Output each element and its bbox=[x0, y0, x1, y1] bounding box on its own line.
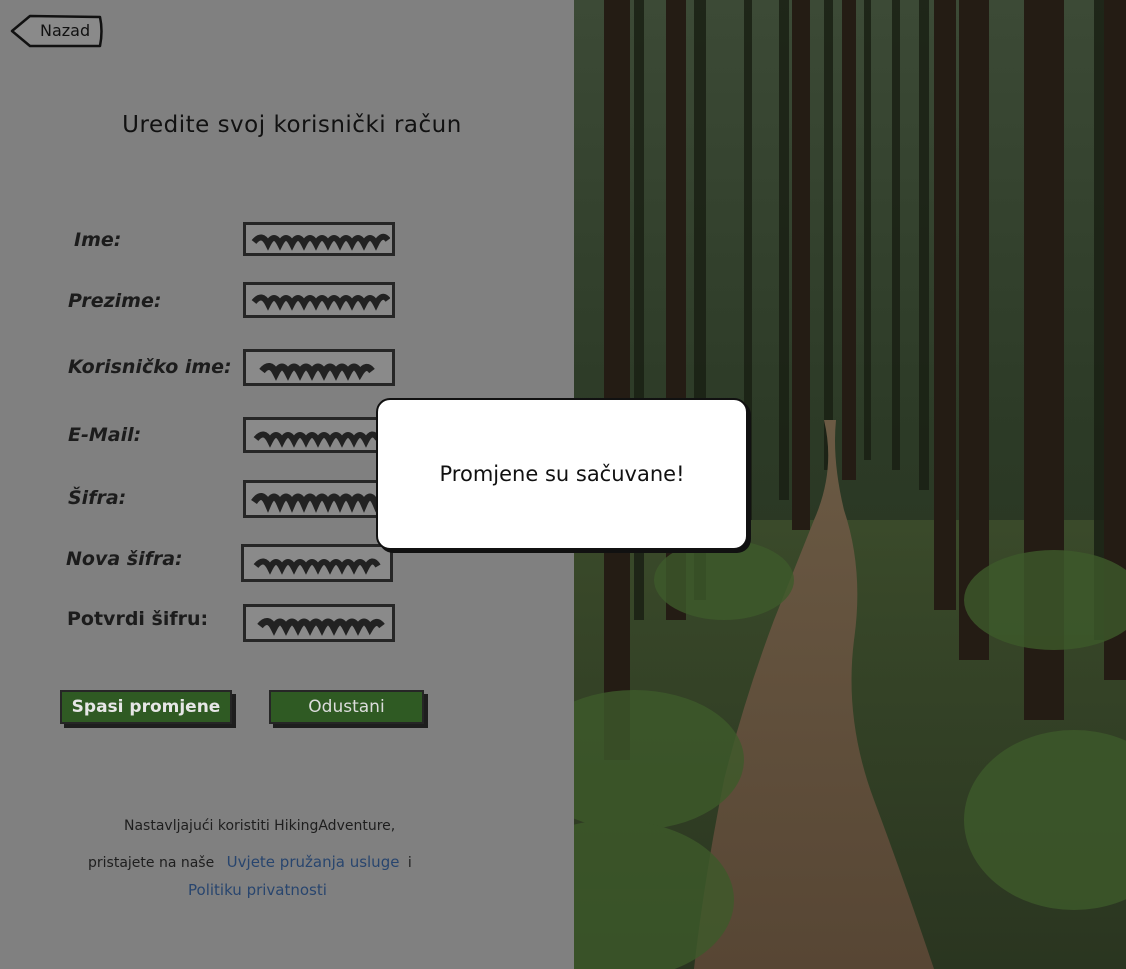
first-name-field[interactable] bbox=[243, 222, 395, 256]
saved-message: Promjene su sačuvane! bbox=[439, 462, 685, 486]
username-label: Korisničko ime: bbox=[68, 356, 232, 378]
saved-notification: Promjene su sačuvane! bbox=[376, 398, 748, 550]
last-name-field[interactable] bbox=[243, 282, 395, 318]
privacy-link[interactable]: Politiku privatnosti bbox=[188, 881, 327, 899]
save-button[interactable]: Spasi promjene bbox=[60, 690, 232, 724]
scribble-value bbox=[253, 558, 381, 575]
footer-notice: Nastavljajući koristiti HikingAdventure, bbox=[124, 818, 396, 834]
username-field[interactable] bbox=[243, 349, 395, 386]
cancel-button[interactable]: Odustani bbox=[269, 690, 424, 724]
password-field[interactable] bbox=[243, 480, 395, 518]
scribble-value bbox=[251, 493, 390, 513]
email-label: E-Mail: bbox=[68, 424, 142, 446]
new-password-field[interactable] bbox=[241, 544, 393, 582]
scribble-value bbox=[259, 363, 375, 381]
scribble-value bbox=[257, 618, 385, 636]
first-name-label: Ime: bbox=[74, 229, 122, 251]
terms-link[interactable]: Uvjete pružanja usluge bbox=[227, 853, 400, 871]
scribble-value bbox=[251, 233, 390, 251]
confirm-password-field[interactable] bbox=[243, 604, 395, 642]
scribble-value bbox=[251, 293, 390, 311]
last-name-label: Prezime: bbox=[68, 290, 162, 312]
scribble-value bbox=[253, 431, 381, 448]
footer-conjunction: i bbox=[407, 855, 412, 871]
confirm-password-label: Potvrdi šifru: bbox=[67, 608, 209, 630]
new-password-label: Nova šifra: bbox=[66, 548, 183, 570]
footer-line2: pristajete na naše Uvjete pružanja uslug… bbox=[88, 853, 412, 871]
page-title: Uredite svoj korisnički račun bbox=[122, 112, 462, 138]
back-button-label: Nazad bbox=[40, 21, 91, 40]
back-button[interactable]: Nazad bbox=[10, 14, 104, 48]
footer-prefix: pristajete na naše bbox=[88, 855, 215, 871]
email-field[interactable] bbox=[243, 417, 395, 453]
password-label: Šifra: bbox=[68, 487, 127, 509]
